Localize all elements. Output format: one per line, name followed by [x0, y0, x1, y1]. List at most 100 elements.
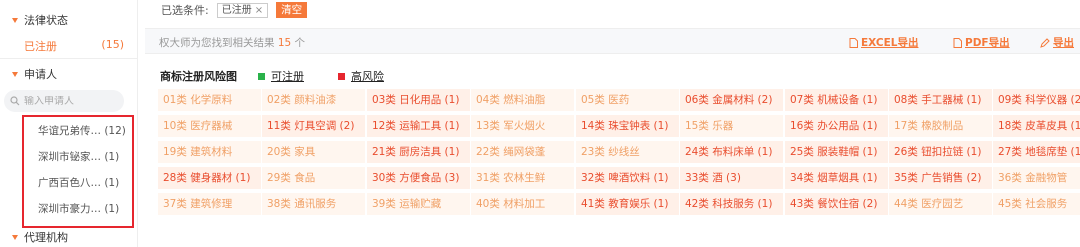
trademark-class-cell[interactable]: 38类 通讯服务	[262, 193, 365, 215]
selected-filters-bar: 已选条件: 已注册 × 清空	[145, 0, 308, 20]
trademark-class-cell[interactable]: 10类 医疗器械	[158, 115, 261, 137]
red-square-icon	[338, 72, 345, 80]
trademark-class-cell[interactable]: 25类 服装鞋帽 (1)	[785, 141, 888, 163]
clear-button[interactable]: 清空	[276, 2, 308, 18]
trademark-class-cell[interactable]: 11类 灯具空调 (2)	[262, 115, 365, 137]
filter-chip-label: 已注册	[221, 4, 252, 16]
trademark-class-cell[interactable]: 33类 酒 (3)	[680, 167, 783, 189]
scrollbar[interactable]	[1070, 218, 1080, 247]
trademark-class-cell[interactable]: 45类 社会服务	[993, 193, 1080, 215]
trademark-class-cell[interactable]: 42类 科技服务 (1)	[680, 193, 783, 215]
export-more-label: 导出	[1053, 37, 1074, 49]
agency-title: 代理机构	[24, 231, 68, 244]
class-grid-row: 37类 建筑修理 38类 通讯服务 39类 运输贮藏 40类 材料加工 41类 教育娱乐…	[158, 193, 1080, 217]
agency-header[interactable]: 代理机构	[12, 229, 68, 245]
trademark-class-cell[interactable]: 02类 颜料油漆	[262, 89, 365, 111]
pdf-export-label: PDF导出	[965, 37, 1010, 49]
trademark-class-cell[interactable]: 14类 珠宝钟表 (1)	[576, 115, 679, 137]
result-prefix: 权大师为您找到相关结果	[159, 37, 278, 49]
trademark-class-cell[interactable]: 06类 金属材料 (2)	[680, 89, 783, 111]
trademark-class-cell[interactable]: 31类 农林生鲜	[471, 167, 574, 189]
search-icon	[10, 96, 20, 106]
trademark-class-cell[interactable]: 12类 运输工具 (1)	[367, 115, 470, 137]
trademark-class-cell[interactable]: 21类 厨房洁具 (1)	[367, 141, 470, 163]
sidebar: 法律状态 已注册 (15) 申请人 华谊兄弟传… (12) 深圳市铋家… (1)…	[0, 0, 138, 247]
applicant-search-input[interactable]	[24, 95, 114, 107]
trademark-class-cell[interactable]: 37类 建筑修理	[158, 193, 261, 215]
trademark-class-cell[interactable]: 16类 办公用品 (1)	[785, 115, 888, 137]
result-summary: 权大师为您找到相关结果 15 个	[159, 35, 305, 50]
trademark-class-cell[interactable]: 39类 运输贮藏	[367, 193, 470, 215]
green-square-icon	[258, 72, 265, 80]
trademark-class-cell[interactable]: 29类 食品	[262, 167, 365, 189]
page: 法律状态 已注册 (15) 申请人 华谊兄弟传… (12) 深圳市铋家… (1)…	[0, 0, 1080, 247]
close-icon[interactable]: ×	[255, 4, 263, 17]
trademark-class-cell[interactable]: 44类 医疗园艺	[889, 193, 992, 215]
trademark-class-cell[interactable]: 32类 啤酒饮料 (1)	[576, 167, 679, 189]
trademark-class-cell[interactable]: 07类 机械设备 (1)	[785, 89, 888, 111]
trademark-class-cell[interactable]: 09类 科学仪器 (2)	[993, 89, 1080, 111]
class-grid-row: 01类 化学原料 02类 颜料油漆 03类 日化用品 (1) 04类 燃料油脂 05类 …	[158, 89, 1080, 113]
trademark-class-cell[interactable]: 13类 军火烟火	[471, 115, 574, 137]
applicant-item[interactable]: 深圳市铋家… (1)	[38, 149, 119, 164]
trademark-class-cell[interactable]: 40类 材料加工	[471, 193, 574, 215]
trademark-class-cell[interactable]: 35类 广告销售 (2)	[889, 167, 992, 189]
export-more-link[interactable]: 导出	[1040, 35, 1074, 50]
trademark-class-cell[interactable]: 08类 手工器械 (1)	[889, 89, 992, 111]
trademark-class-cell[interactable]: 41类 教育娱乐 (1)	[576, 193, 679, 215]
legend-high-risk-label: 高风险	[351, 70, 384, 83]
trademark-class-cell[interactable]: 43类 餐饮住宿 (2)	[785, 193, 888, 215]
applicant-item[interactable]: 华谊兄弟传… (12)	[38, 123, 126, 138]
class-grid-row: 10类 医疗器械 11类 灯具空调 (2) 12类 运输工具 (1) 13类 军火烟火…	[158, 115, 1080, 139]
risk-chart-title: 商标注册风险图	[160, 70, 237, 83]
class-grid-row: 28类 健身器材 (1) 29类 食品 30类 方便食品 (3) 31类 农林生鲜 32…	[158, 167, 1080, 191]
file-icon	[849, 37, 858, 48]
legend-available: 可注册	[258, 68, 304, 84]
applicant-item[interactable]: 广西百色八… (1)	[38, 175, 119, 190]
caret-down-icon	[12, 17, 18, 23]
result-suffix: 个	[291, 37, 306, 49]
filter-chip[interactable]: 已注册 ×	[216, 2, 269, 18]
edit-icon	[1040, 37, 1050, 48]
trademark-class-cell[interactable]: 30类 方便食品 (3)	[367, 167, 470, 189]
excel-export-label: EXCEL导出	[861, 37, 919, 49]
caret-down-icon	[12, 234, 18, 240]
status-filter-registered[interactable]: 已注册 (15)	[24, 38, 124, 54]
trademark-class-cell[interactable]: 04类 燃料油脂	[471, 89, 574, 111]
trademark-class-cell[interactable]: 36类 金融物管	[993, 167, 1080, 189]
filter-label: 已选条件:	[161, 4, 209, 17]
applicant-title: 申请人	[24, 68, 57, 81]
trademark-class-cell[interactable]: 23类 纱线丝	[576, 141, 679, 163]
trademark-class-cell[interactable]: 19类 建筑材料	[158, 141, 261, 163]
applicant-header[interactable]: 申请人	[12, 66, 57, 82]
trademark-class-cell[interactable]: 27类 地毯席垫 (1)	[993, 141, 1080, 163]
trademark-class-cell[interactable]: 34类 烟草烟具 (1)	[785, 167, 888, 189]
trademark-class-cell[interactable]: 28类 健身器材 (1)	[158, 167, 261, 189]
status-count: (15)	[101, 38, 124, 51]
result-count: 15	[277, 37, 292, 49]
status-label: 已注册	[24, 40, 57, 53]
trademark-class-cell[interactable]: 17类 橡胶制品	[889, 115, 992, 137]
trademark-class-cell[interactable]: 18类 皮革皮具 (1)	[993, 115, 1080, 137]
legal-status-title: 法律状态	[24, 14, 68, 27]
legend-high-risk: 高风险	[338, 68, 384, 84]
legend-available-label: 可注册	[271, 70, 304, 83]
legal-status-header[interactable]: 法律状态	[12, 12, 68, 28]
applicant-list: 华谊兄弟传… (12) 深圳市铋家… (1) 广西百色八… (1) 深圳市豪力……	[22, 115, 134, 228]
applicant-search[interactable]	[4, 90, 124, 112]
applicant-item[interactable]: 深圳市豪力… (1)	[38, 201, 119, 216]
trademark-class-cell[interactable]: 05类 医药	[576, 89, 679, 111]
class-grid-row: 19类 建筑材料 20类 家具 21类 厨房洁具 (1) 22类 绳网袋蓬 23类 纱线…	[158, 141, 1080, 165]
excel-export-link[interactable]: EXCEL导出	[849, 35, 918, 50]
trademark-class-cell[interactable]: 22类 绳网袋蓬	[471, 141, 574, 163]
trademark-class-cell[interactable]: 26类 钮扣拉链 (1)	[889, 141, 992, 163]
pdf-export-link[interactable]: PDF导出	[953, 35, 1010, 50]
trademark-class-cell[interactable]: 03类 日化用品 (1)	[367, 89, 470, 111]
trademark-class-cell[interactable]: 15类 乐器	[680, 115, 783, 137]
trademark-class-cell[interactable]: 24类 布料床单 (1)	[680, 141, 783, 163]
result-bar: 权大师为您找到相关结果 15 个 EXCEL导出 PDF导出 导出	[145, 28, 1080, 54]
divider	[0, 58, 137, 59]
file-icon	[953, 37, 962, 48]
trademark-class-cell[interactable]: 01类 化学原料	[158, 89, 261, 111]
trademark-class-cell[interactable]: 20类 家具	[262, 141, 365, 163]
